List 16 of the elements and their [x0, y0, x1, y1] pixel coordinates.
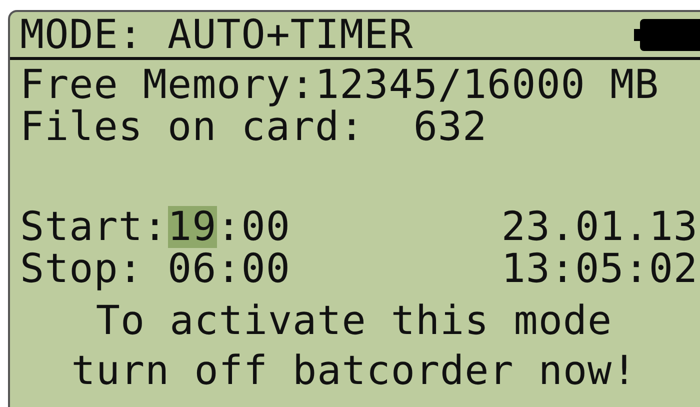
time-label: Stop:: [20, 248, 144, 290]
date-value: 23.01.13: [501, 206, 698, 248]
message-line: turn off batcorder now!: [70, 347, 638, 396]
info-line: Free Memory:12345/16000 MB: [20, 64, 660, 106]
time-separator: :: [216, 206, 242, 248]
minute-field[interactable]: 00: [241, 206, 290, 248]
battery-icon: [634, 18, 700, 50]
minute-field[interactable]: 00: [241, 248, 290, 290]
hour-field[interactable]: 19: [168, 206, 217, 248]
info-line: Files on card: 632: [20, 106, 488, 148]
message-line: To activate this mode: [94, 297, 614, 346]
time-separator: :: [216, 248, 242, 290]
time-label: Start:: [20, 206, 168, 248]
hour-field[interactable]: 06: [168, 248, 217, 290]
clock-value: 13:05:02: [501, 248, 698, 290]
mode-label: MODE: AUTO+TIMER: [20, 14, 414, 56]
